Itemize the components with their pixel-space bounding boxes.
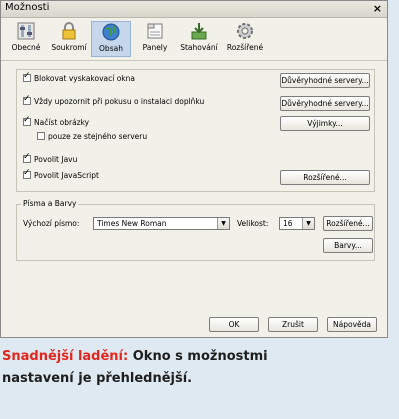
tab-advanced-label: Rozšířené: [226, 43, 264, 52]
help-button[interactable]: Nápověda: [327, 317, 377, 332]
tab-content-label: Obsah: [99, 44, 123, 53]
tab-general-label: Obecné: [11, 43, 41, 52]
block-popups-label: Blokovat vyskakovací okna: [34, 74, 136, 83]
checkbox-box: [23, 168, 31, 179]
downloads-icon: [191, 23, 207, 40]
privacy-lock-icon: [62, 22, 76, 40]
enable-java-checkbox[interactable]: Povolit Javu: [23, 152, 78, 164]
figure-caption: Snadnější ladění: Okno s možnostmi nasta…: [0, 346, 390, 390]
caption-line-1: Snadnější ladění: Okno s možnostmi: [0, 346, 390, 368]
default-font-select[interactable]: Times New Roman ▼: [93, 217, 230, 230]
same-server-checkbox[interactable]: pouze ze stejného serveru: [37, 132, 147, 141]
colors-button[interactable]: Barvy...: [323, 238, 373, 253]
fonts-advanced-button[interactable]: Rozšířené...: [323, 216, 373, 231]
tab-tabs[interactable]: Panely: [138, 21, 172, 57]
default-font-label: Výchozí písmo:: [23, 219, 80, 228]
font-size-value: 16: [283, 219, 293, 228]
checkbox-box: [23, 94, 31, 105]
content-globe-icon: [102, 23, 120, 41]
tab-advanced[interactable]: Rozšířené: [225, 21, 265, 57]
trusted-servers-popups-button[interactable]: Důvěryhodné servery...: [280, 73, 370, 88]
enable-js-label: Povolit JavaScript: [34, 171, 99, 180]
tab-downloads-label: Stahování: [180, 43, 218, 52]
window-title: Možnosti: [5, 2, 50, 13]
tabs-icon: [147, 23, 163, 39]
same-server-label: pouze ze stejného serveru: [48, 132, 148, 141]
checkbox-box: [23, 115, 31, 126]
default-font-value: Times New Roman: [97, 219, 167, 228]
chevron-down-icon: ▼: [302, 218, 314, 229]
caption-highlight: Snadnější ladění:: [2, 349, 129, 364]
tab-general[interactable]: Obecné: [9, 21, 43, 57]
chevron-down-icon: ▼: [217, 218, 229, 229]
advanced-gear-icon: [237, 23, 253, 39]
caption-text-2: nastavení je přehlednější.: [2, 371, 193, 386]
load-images-checkbox[interactable]: Načíst obrázky: [23, 115, 90, 127]
font-size-label: Velikost:: [237, 219, 269, 228]
title-bar: Možnosti ×: [1, 1, 387, 18]
js-advanced-button[interactable]: Rozšířené...: [280, 170, 370, 185]
block-popups-checkbox[interactable]: Blokovat vyskakovací okna: [23, 71, 136, 83]
enable-java-label: Povolit Javu: [34, 155, 78, 164]
trusted-servers-addons-button[interactable]: Důvěryhodné servery...: [280, 96, 370, 111]
fonts-colors-group: [16, 204, 375, 261]
checkbox-box: [23, 152, 31, 163]
fonts-colors-legend: Písma a Barvy: [21, 199, 79, 208]
tab-tabs-label: Panely: [142, 43, 168, 52]
caption-text-1: Okno s možnostmi: [128, 349, 268, 364]
tab-privacy[interactable]: Soukromí: [49, 21, 89, 57]
tab-downloads[interactable]: Stahování: [177, 21, 221, 57]
cancel-button[interactable]: Zrušit: [268, 317, 318, 332]
options-toolbar: Obecné Soukromí Obsah Panely Stahování R…: [1, 18, 387, 61]
ok-button[interactable]: OK: [209, 317, 259, 332]
tab-privacy-label: Soukromí: [51, 43, 87, 52]
warn-addons-label: Vždy upozornit při pokusu o instalaci do…: [34, 97, 205, 106]
font-size-select[interactable]: 16 ▼: [279, 217, 315, 230]
tab-content[interactable]: Obsah: [91, 21, 131, 57]
image-exceptions-button[interactable]: Výjimky...: [280, 116, 370, 131]
general-switches-icon: [17, 22, 35, 40]
options-dialog: Možnosti × Obecné Soukromí Obsah Panely …: [0, 0, 388, 338]
checkbox-box: [23, 71, 31, 82]
close-button[interactable]: ×: [373, 2, 382, 15]
enable-js-checkbox[interactable]: Povolit JavaScript: [23, 168, 99, 180]
warn-addons-checkbox[interactable]: Vždy upozornit při pokusu o instalaci do…: [23, 94, 205, 106]
checkbox-box: [37, 132, 45, 140]
load-images-label: Načíst obrázky: [34, 118, 90, 127]
